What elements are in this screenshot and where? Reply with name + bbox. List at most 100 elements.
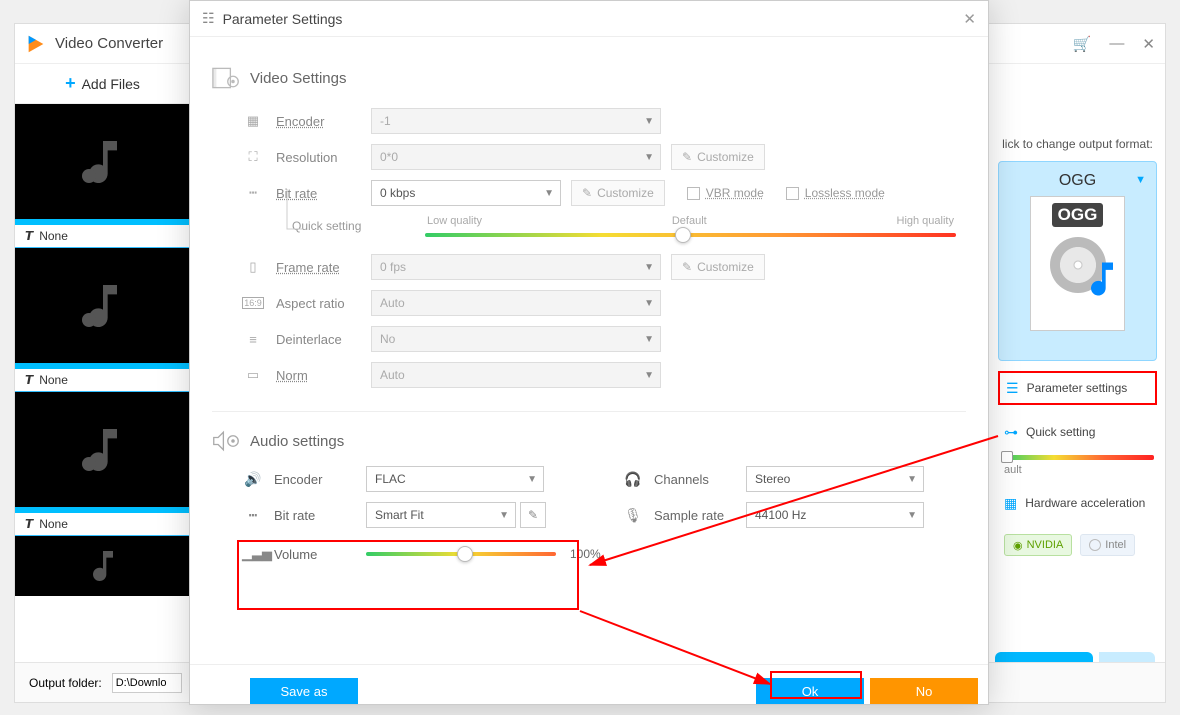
framerate-select[interactable]: 0 fps▼ bbox=[371, 254, 661, 280]
channels-select[interactable]: Stereo▼ bbox=[746, 466, 924, 492]
samplerate-select[interactable]: 44100 Hz▼ bbox=[746, 502, 924, 528]
channels-row: 🎧 Channels Stereo▼ bbox=[622, 466, 988, 492]
no-button[interactable]: No bbox=[870, 678, 978, 704]
music-note-icon bbox=[83, 546, 123, 586]
chevron-down-icon: ▼ bbox=[1135, 174, 1146, 186]
quick-quality-slider[interactable] bbox=[1004, 455, 1154, 460]
app-logo-icon bbox=[25, 33, 47, 55]
media-thumbnail bbox=[15, 536, 190, 596]
audio-encoder-row: 🔊 Encoder FLAC▼ bbox=[242, 466, 612, 492]
hardware-accel-link[interactable]: ▦ Hardware acceleration bbox=[998, 486, 1157, 520]
lines-icon: ≡ bbox=[242, 332, 264, 347]
norm-select[interactable]: Auto▼ bbox=[371, 362, 661, 388]
sliders-icon: ☰ bbox=[1006, 380, 1019, 397]
slider-icon: ⊶ bbox=[1004, 424, 1018, 441]
quick-setting-link[interactable]: ⊶ Quick setting bbox=[998, 415, 1157, 449]
lossless-mode-checkbox[interactable]: Lossless mode bbox=[786, 186, 885, 200]
dialog-titlebar: ☷ Parameter Settings ✕ bbox=[190, 1, 988, 37]
samplerate-row: 🎙 Sample rate 44100 Hz▼ bbox=[622, 502, 988, 528]
list-item[interactable] bbox=[15, 536, 190, 596]
list-item[interactable]: 𝙏 None bbox=[15, 104, 190, 248]
slider-knob[interactable] bbox=[1001, 451, 1013, 463]
save-as-button[interactable]: Save as bbox=[250, 678, 358, 704]
music-note-icon bbox=[75, 422, 131, 478]
intel-badge: Intel bbox=[1080, 534, 1135, 556]
customize-framerate-button[interactable]: ✎Customize bbox=[671, 254, 765, 280]
list-item[interactable]: 𝙏 None bbox=[15, 392, 190, 536]
vbr-mode-checkbox[interactable]: VBR mode bbox=[687, 186, 764, 200]
aspect-select[interactable]: Auto▼ bbox=[371, 290, 661, 316]
media-thumbnail bbox=[15, 248, 190, 363]
subtitle-value: None bbox=[39, 229, 68, 243]
edit-bitrate-button[interactable]: ✎ bbox=[520, 502, 546, 528]
framerate-label: Frame rate bbox=[276, 260, 371, 275]
high-quality-label: High quality bbox=[897, 215, 954, 227]
film-icon: ▯ bbox=[242, 259, 264, 275]
music-note-icon bbox=[1080, 257, 1124, 301]
deinterlace-label: Deinterlace bbox=[276, 332, 371, 347]
slider-knob[interactable] bbox=[457, 546, 473, 562]
text-cursor-icon: 𝙏 bbox=[25, 517, 33, 531]
dots-icon: ┅ bbox=[242, 507, 264, 524]
output-folder-input[interactable] bbox=[112, 673, 182, 693]
volume-row: ▁▃▅ Volume 100% bbox=[242, 546, 966, 562]
text-cursor-icon: 𝙏 bbox=[25, 229, 33, 243]
volume-slider[interactable] bbox=[366, 552, 556, 556]
aspect-label: Aspect ratio bbox=[276, 296, 371, 311]
add-files-button[interactable]: + Add Files bbox=[15, 64, 190, 104]
format-file-icon: OGG bbox=[1030, 196, 1125, 331]
close-button[interactable]: ✕ bbox=[963, 10, 976, 28]
close-main-button[interactable]: ✕ bbox=[1142, 35, 1155, 53]
plus-icon: + bbox=[65, 73, 76, 94]
minimize-button[interactable]: — bbox=[1109, 35, 1124, 53]
deinterlace-row: ≡ Deinterlace No▼ bbox=[242, 321, 966, 357]
connector-line bbox=[272, 189, 302, 245]
text-cursor-icon: 𝙏 bbox=[25, 373, 33, 387]
audio-settings-header: Audio settings bbox=[212, 430, 966, 452]
subtitle-value: None bbox=[39, 373, 68, 387]
video-bitrate-select[interactable]: 0 kbps▼ bbox=[371, 180, 561, 206]
audio-bitrate-label: Bit rate bbox=[274, 508, 366, 523]
pencil-icon: ✎ bbox=[582, 186, 592, 200]
resolution-label: Resolution bbox=[276, 150, 371, 165]
audio-encoder-select[interactable]: FLAC▼ bbox=[366, 466, 544, 492]
list-item[interactable]: 𝙏 None bbox=[15, 248, 190, 392]
headphones-icon: 🎧 bbox=[622, 471, 644, 488]
samplerate-label: Sample rate bbox=[654, 508, 746, 523]
media-thumbnail bbox=[15, 392, 190, 507]
dialog-button-bar: Save as Ok No bbox=[190, 664, 988, 704]
sliders-icon: ☷ bbox=[202, 10, 215, 27]
cart-icon[interactable]: 🛒 bbox=[1073, 35, 1092, 53]
pencil-icon: ✎ bbox=[682, 260, 692, 274]
aspect-icon: 16:9 bbox=[242, 297, 264, 309]
format-name: OGG bbox=[1059, 172, 1096, 190]
volume-label: Volume bbox=[274, 547, 366, 562]
quality-slider[interactable] bbox=[425, 233, 956, 237]
subtitle-select[interactable]: 𝙏 None bbox=[15, 363, 190, 391]
parameter-settings-dialog: ☷ Parameter Settings ✕ Video Settings ▦ … bbox=[189, 0, 989, 705]
video-encoder-select[interactable]: -1▼ bbox=[371, 108, 661, 134]
media-thumbnail bbox=[15, 104, 190, 219]
subtitle-select[interactable]: 𝙏 None bbox=[15, 219, 190, 247]
nvidia-badge: ◉NVIDIA bbox=[1004, 534, 1072, 556]
ok-button[interactable]: Ok bbox=[756, 678, 864, 704]
audio-bitrate-select[interactable]: Smart Fit▼ bbox=[366, 502, 516, 528]
resolution-select[interactable]: 0*0▼ bbox=[371, 144, 661, 170]
add-files-label: Add Files bbox=[82, 76, 140, 92]
default-quality-label: Default bbox=[672, 215, 707, 227]
quick-setting-area: Quick setting Low quality Default High q… bbox=[292, 215, 966, 237]
slider-knob[interactable] bbox=[675, 227, 691, 243]
parameter-settings-link[interactable]: ☰ Parameter settings bbox=[998, 371, 1157, 405]
customize-resolution-button[interactable]: ✎Customize bbox=[671, 144, 765, 170]
channels-label: Channels bbox=[654, 472, 746, 487]
subtitle-value: None bbox=[39, 517, 68, 531]
subtitle-select[interactable]: 𝙏 None bbox=[15, 507, 190, 535]
gpu-badges: ◉NVIDIA Intel bbox=[1004, 534, 1157, 556]
customize-bitrate-button[interactable]: ✎Customize bbox=[571, 180, 665, 206]
pencil-icon: ✎ bbox=[682, 150, 692, 164]
output-format-card[interactable]: OGG ▼ OGG bbox=[998, 161, 1157, 361]
video-encoder-row: ▦ Encoder -1▼ bbox=[242, 103, 966, 139]
film-gear-icon: ▦ bbox=[242, 113, 264, 129]
speaker-gear-icon bbox=[212, 430, 240, 452]
deinterlace-select[interactable]: No▼ bbox=[371, 326, 661, 352]
